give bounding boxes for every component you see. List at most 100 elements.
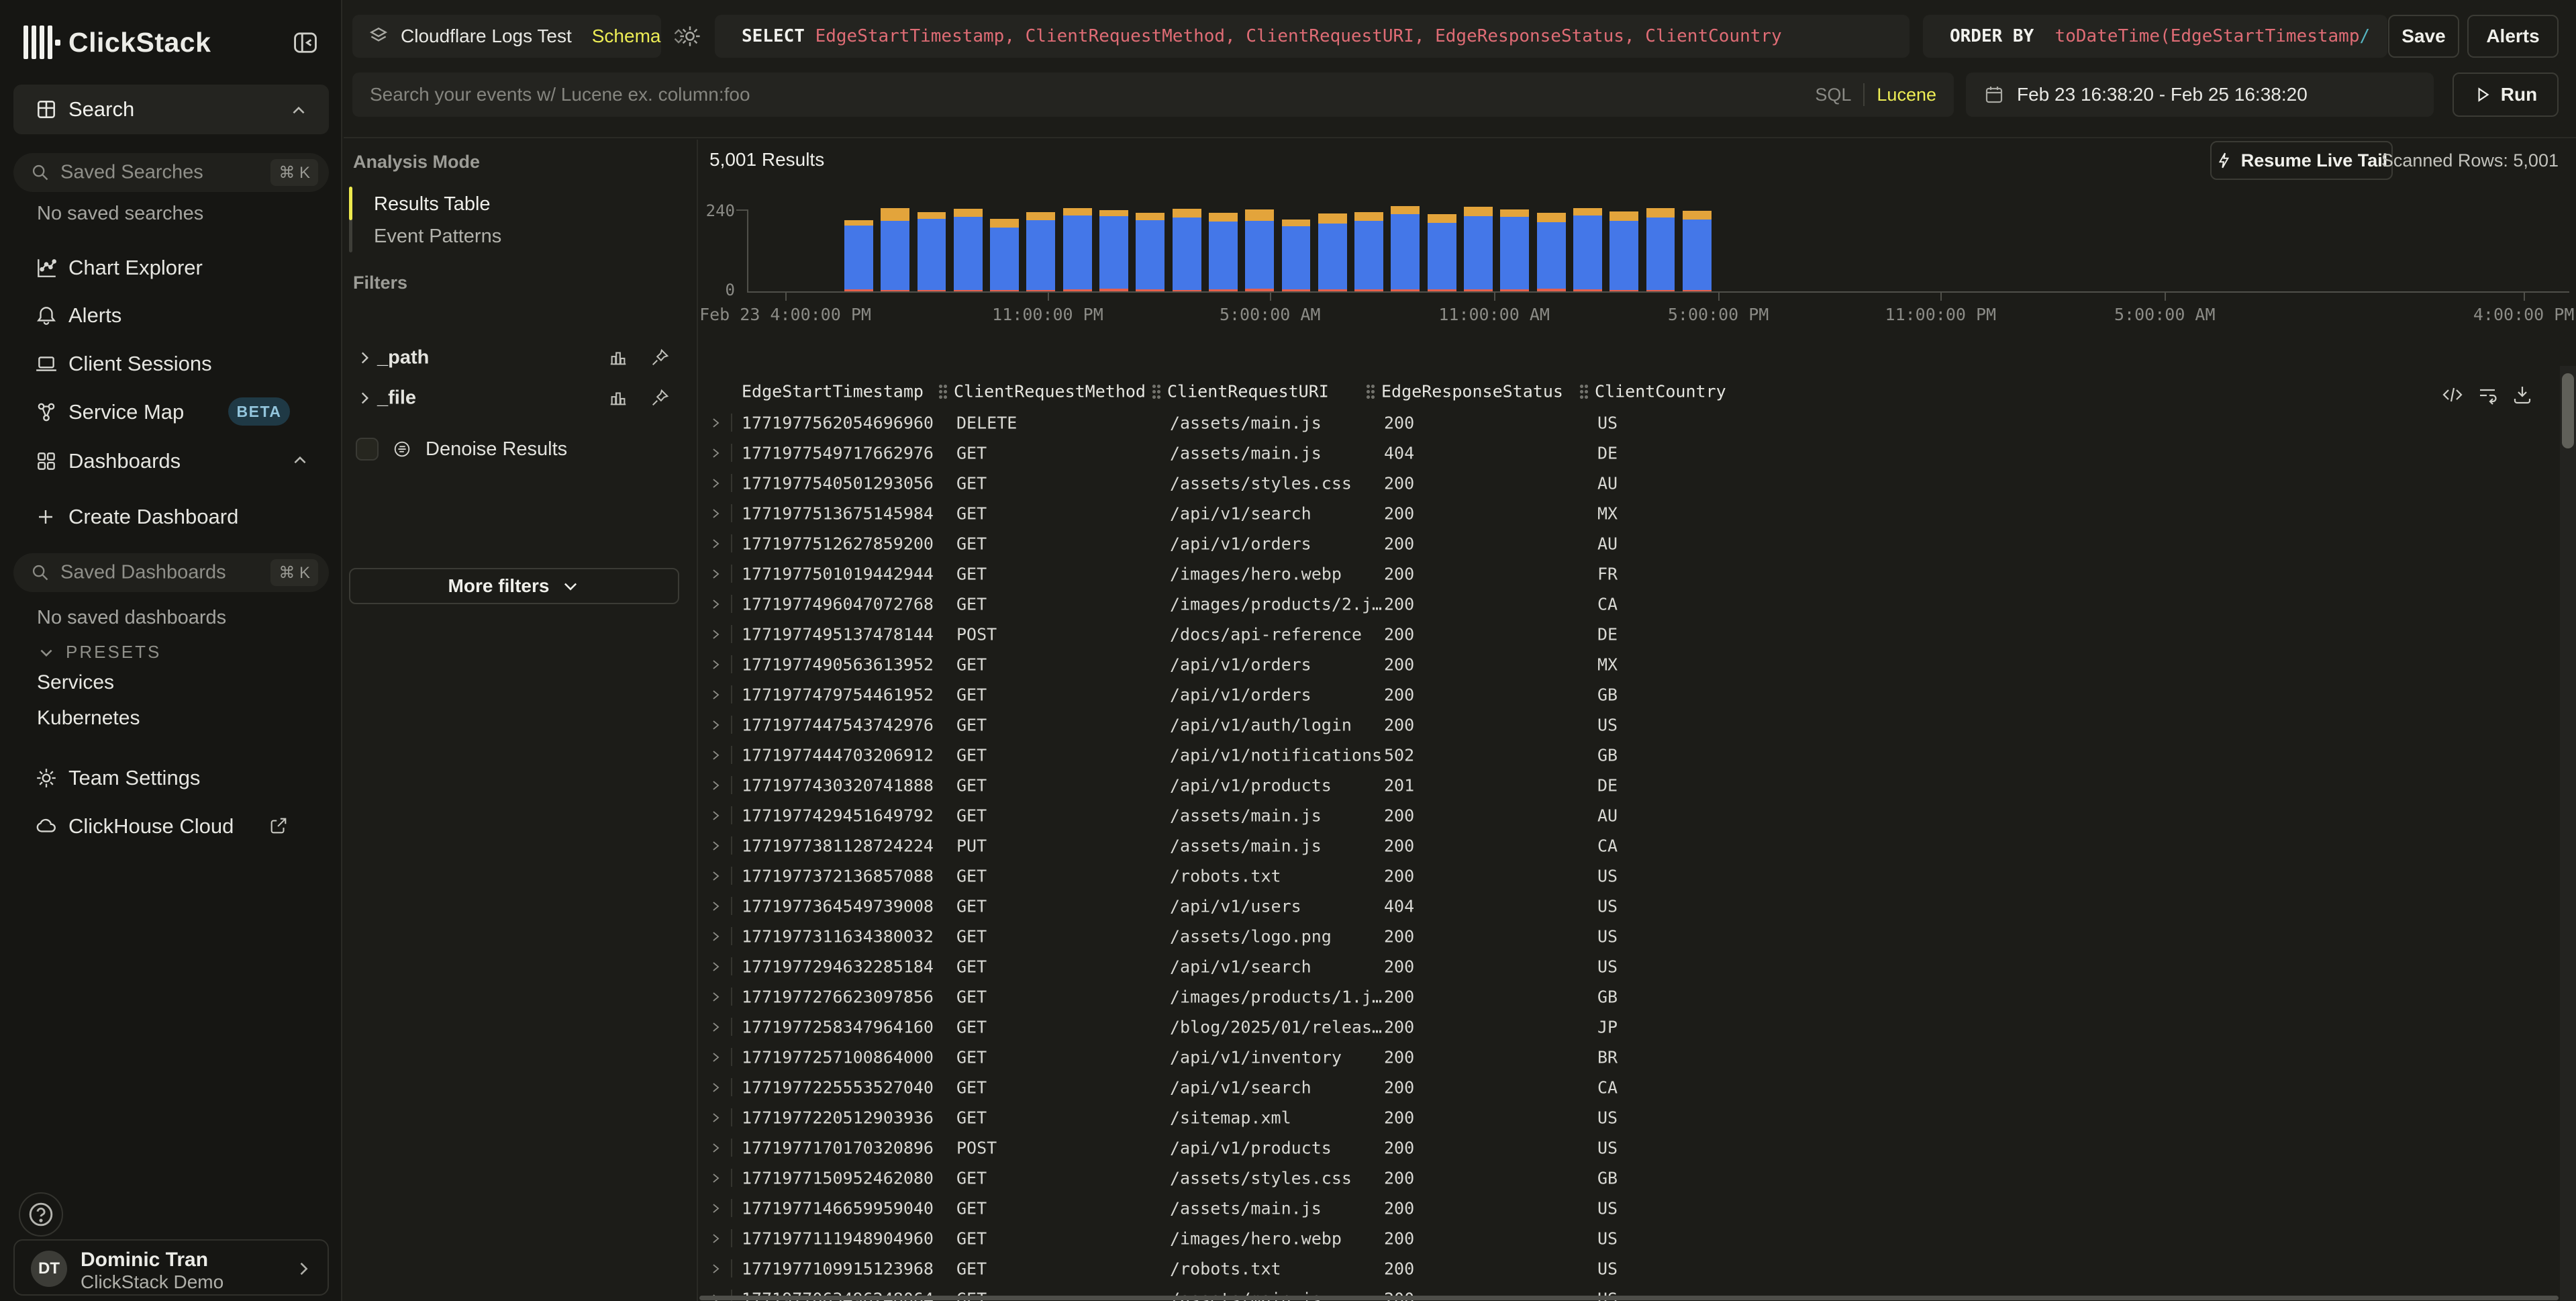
histogram-bar[interactable] xyxy=(1428,214,1456,291)
column-header-EdgeResponseStatus[interactable]: EdgeResponseStatus xyxy=(1366,382,1563,401)
chevron-right-icon[interactable] xyxy=(356,349,373,367)
pin-icon[interactable] xyxy=(650,348,670,368)
row-expand-icon[interactable] xyxy=(709,900,722,912)
histogram-bar[interactable] xyxy=(1136,213,1165,291)
scrollbar-thumb[interactable] xyxy=(2562,373,2574,448)
histogram-bar[interactable] xyxy=(881,208,909,291)
denoise-results-checkbox[interactable]: Denoise Results xyxy=(356,438,567,461)
search-input[interactable]: Search your events w/ Lucene ex. column:… xyxy=(352,73,1954,117)
histogram-bar[interactable] xyxy=(1683,211,1712,291)
row-expand-icon[interactable] xyxy=(709,658,722,671)
row-expand-icon[interactable] xyxy=(709,809,722,822)
table-row[interactable]: 1771977381128724224PUT/assets/main.js200… xyxy=(698,830,2560,861)
pin-icon[interactable] xyxy=(650,388,670,408)
table-row[interactable]: 1771977444703206912GET/api/v1/notificati… xyxy=(698,740,2560,770)
row-expand-icon[interactable] xyxy=(709,839,722,852)
preset-kubernetes[interactable]: Kubernetes xyxy=(37,707,140,730)
row-expand-icon[interactable] xyxy=(709,1081,722,1094)
row-expand-icon[interactable] xyxy=(709,749,722,761)
column-header-ClientCountry[interactable]: ClientCountry xyxy=(1579,382,1726,401)
histogram-bar[interactable] xyxy=(1026,212,1055,291)
source-selector[interactable]: Cloudflare Logs Test Schema xyxy=(352,15,661,58)
row-expand-icon[interactable] xyxy=(709,597,722,610)
sidebar-item-service-map[interactable]: Service Map xyxy=(0,391,342,434)
row-expand-icon[interactable] xyxy=(709,1171,722,1184)
preset-services[interactable]: Services xyxy=(37,671,114,694)
alerts-button[interactable]: Alerts xyxy=(2467,15,2559,58)
histogram-bar[interactable] xyxy=(990,219,1019,291)
sidebar-item-client-sessions[interactable]: Client Sessions xyxy=(0,342,342,385)
more-filters-button[interactable]: More filters xyxy=(349,568,679,604)
presets-toggle[interactable]: PRESETS xyxy=(38,642,161,663)
row-expand-icon[interactable] xyxy=(709,688,722,701)
table-row[interactable]: 1771977364549739008GET/api/v1/users404US xyxy=(698,891,2560,921)
row-expand-icon[interactable] xyxy=(709,1111,722,1124)
table-row[interactable]: 1771977495137478144POST/docs/api-referen… xyxy=(698,619,2560,649)
table-row[interactable]: 1771977294632285184GET/api/v1/search200U… xyxy=(698,951,2560,981)
table-row[interactable]: 1771977311634380032GET/assets/logo.png20… xyxy=(698,921,2560,951)
histogram-bar[interactable] xyxy=(1318,213,1347,291)
create-dashboard-button[interactable]: Create Dashboard xyxy=(0,495,342,538)
horizontal-scrollbar[interactable] xyxy=(699,1296,2559,1300)
histogram-bar[interactable] xyxy=(1537,213,1566,291)
histogram-bar[interactable] xyxy=(844,220,873,291)
sidebar-item-clickhouse-cloud[interactable]: ClickHouse Cloud xyxy=(0,805,342,848)
histogram-bar[interactable] xyxy=(1573,208,1602,291)
histogram-bar[interactable] xyxy=(1391,206,1420,291)
row-expand-icon[interactable] xyxy=(709,477,722,489)
table-row[interactable]: 1771977540501293056GET/assets/styles.css… xyxy=(698,468,2560,498)
select-clause-input[interactable]: SELECT EdgeStartTimestamp, ClientRequest… xyxy=(715,15,1910,58)
orderby-clause-input[interactable]: ORDER BY toDateTime(EdgeStartTimestamp / xyxy=(1923,15,2387,58)
run-button[interactable]: Run xyxy=(2453,73,2559,117)
filter-field-file[interactable]: _file xyxy=(353,381,689,415)
sidebar-item-team-settings[interactable]: Team Settings xyxy=(0,757,342,800)
results-histogram[interactable]: 240 0 Feb 23 4:00:00 PM11:00:00 PM5:00:0… xyxy=(698,195,2576,322)
download-icon[interactable] xyxy=(2512,384,2533,405)
row-expand-icon[interactable] xyxy=(709,1232,722,1245)
date-range-picker[interactable]: Feb 23 16:38:20 - Feb 25 16:38:20 xyxy=(1966,73,2434,117)
mode-event-patterns[interactable]: Event Patterns xyxy=(374,226,501,248)
histogram-bar[interactable] xyxy=(1209,213,1238,291)
table-row[interactable]: 1771977496047072768GET/images/products/2… xyxy=(698,589,2560,619)
table-row[interactable]: 1771977109915123968GET/robots.txt200US xyxy=(698,1253,2560,1284)
row-expand-icon[interactable] xyxy=(709,718,722,731)
table-row[interactable]: 1771977146659959040GET/assets/main.js200… xyxy=(698,1193,2560,1223)
table-row[interactable]: 1771977429451649792GET/assets/main.js200… xyxy=(698,800,2560,830)
checkbox[interactable] xyxy=(356,438,379,461)
table-row[interactable]: 1771977150952462080GET/assets/styles.css… xyxy=(698,1163,2560,1193)
histogram-bar[interactable] xyxy=(1354,212,1383,291)
code-view-icon[interactable] xyxy=(2442,384,2463,405)
row-expand-icon[interactable] xyxy=(709,1141,722,1154)
row-expand-icon[interactable] xyxy=(709,537,722,550)
sidebar-item-chart-explorer[interactable]: Chart Explorer xyxy=(0,246,342,289)
help-button[interactable] xyxy=(19,1192,63,1237)
row-expand-icon[interactable] xyxy=(709,1202,722,1214)
bar-chart-icon[interactable] xyxy=(608,388,628,408)
wrap-text-icon[interactable] xyxy=(2477,384,2498,405)
row-expand-icon[interactable] xyxy=(709,1262,722,1275)
histogram-bar[interactable] xyxy=(1099,210,1128,291)
chevron-right-icon[interactable] xyxy=(356,389,373,407)
table-row[interactable]: 1771977170170320896POST/api/v1/products2… xyxy=(698,1133,2560,1163)
row-expand-icon[interactable] xyxy=(709,930,722,943)
column-header-ClientRequestURI[interactable]: ClientRequestURI xyxy=(1152,382,1329,401)
user-menu[interactable]: DT Dominic Tran ClickStack Demo xyxy=(13,1239,329,1296)
row-expand-icon[interactable] xyxy=(709,1051,722,1063)
table-row[interactable]: 1771977549717662976GET/assets/main.js404… xyxy=(698,438,2560,468)
row-expand-icon[interactable] xyxy=(709,1020,722,1033)
column-header-EdgeStartTimestamp[interactable]: EdgeStartTimestamp xyxy=(742,382,924,401)
table-row[interactable]: 1771977111948904960GET/images/hero.webp2… xyxy=(698,1223,2560,1253)
table-row[interactable]: 1771977447543742976GET/api/v1/auth/login… xyxy=(698,710,2560,740)
vertical-scrollbar[interactable] xyxy=(2560,366,2576,1301)
table-row[interactable]: 1771977490563613952GET/api/v1/orders200M… xyxy=(698,649,2560,679)
table-row[interactable]: 1771977220512903936GET/sitemap.xml200US xyxy=(698,1102,2560,1133)
row-expand-icon[interactable] xyxy=(709,779,722,791)
table-row[interactable]: 1771977225553527040GET/api/v1/search200C… xyxy=(698,1072,2560,1102)
histogram-bar[interactable] xyxy=(1609,211,1638,291)
sidebar-item-dashboards[interactable]: Dashboards xyxy=(0,440,342,483)
histogram-bar[interactable] xyxy=(1500,209,1529,291)
row-expand-icon[interactable] xyxy=(709,446,722,459)
table-row[interactable]: 1771977479754461952GET/api/v1/orders200G… xyxy=(698,679,2560,710)
table-row[interactable]: 1771977258347964160GET/blog/2025/01/rele… xyxy=(698,1012,2560,1042)
table-row[interactable]: 1771977372136857088GET/robots.txt200US xyxy=(698,861,2560,891)
